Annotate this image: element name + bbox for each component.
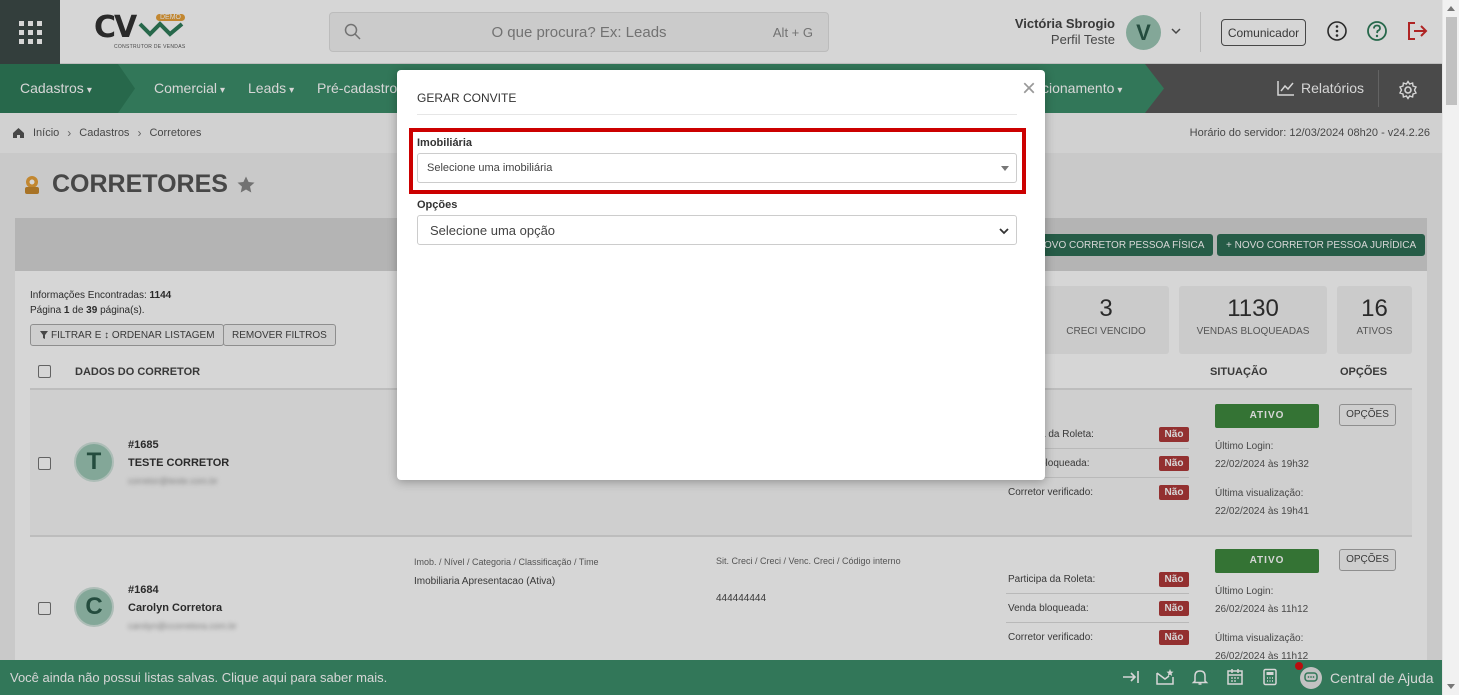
scroll-up-arrow-icon[interactable] xyxy=(1447,6,1455,11)
imobiliaria-select-value: Selecione uma imobiliária xyxy=(427,162,553,174)
close-icon[interactable]: × xyxy=(1022,77,1036,101)
opcoes-select[interactable]: Selecione uma opção xyxy=(417,215,1017,245)
caret-down-icon xyxy=(1001,166,1009,171)
modal-title: GERAR CONVITE xyxy=(417,91,517,105)
chevron-down-icon xyxy=(999,228,1009,235)
imobiliaria-label: Imobiliária xyxy=(417,137,473,149)
opcoes-select-value: Selecione uma opção xyxy=(430,223,556,238)
vertical-scrollbar[interactable] xyxy=(1442,0,1459,695)
scroll-down-arrow-icon[interactable] xyxy=(1447,684,1455,689)
invite-modal: GERAR CONVITE × Imobiliária Selecione um… xyxy=(397,70,1045,480)
modal-divider xyxy=(417,114,1017,115)
opcoes-label: Opções xyxy=(417,199,458,211)
scrollbar-thumb[interactable] xyxy=(1446,17,1457,105)
imobiliaria-select[interactable]: Selecione uma imobiliária xyxy=(417,153,1017,183)
